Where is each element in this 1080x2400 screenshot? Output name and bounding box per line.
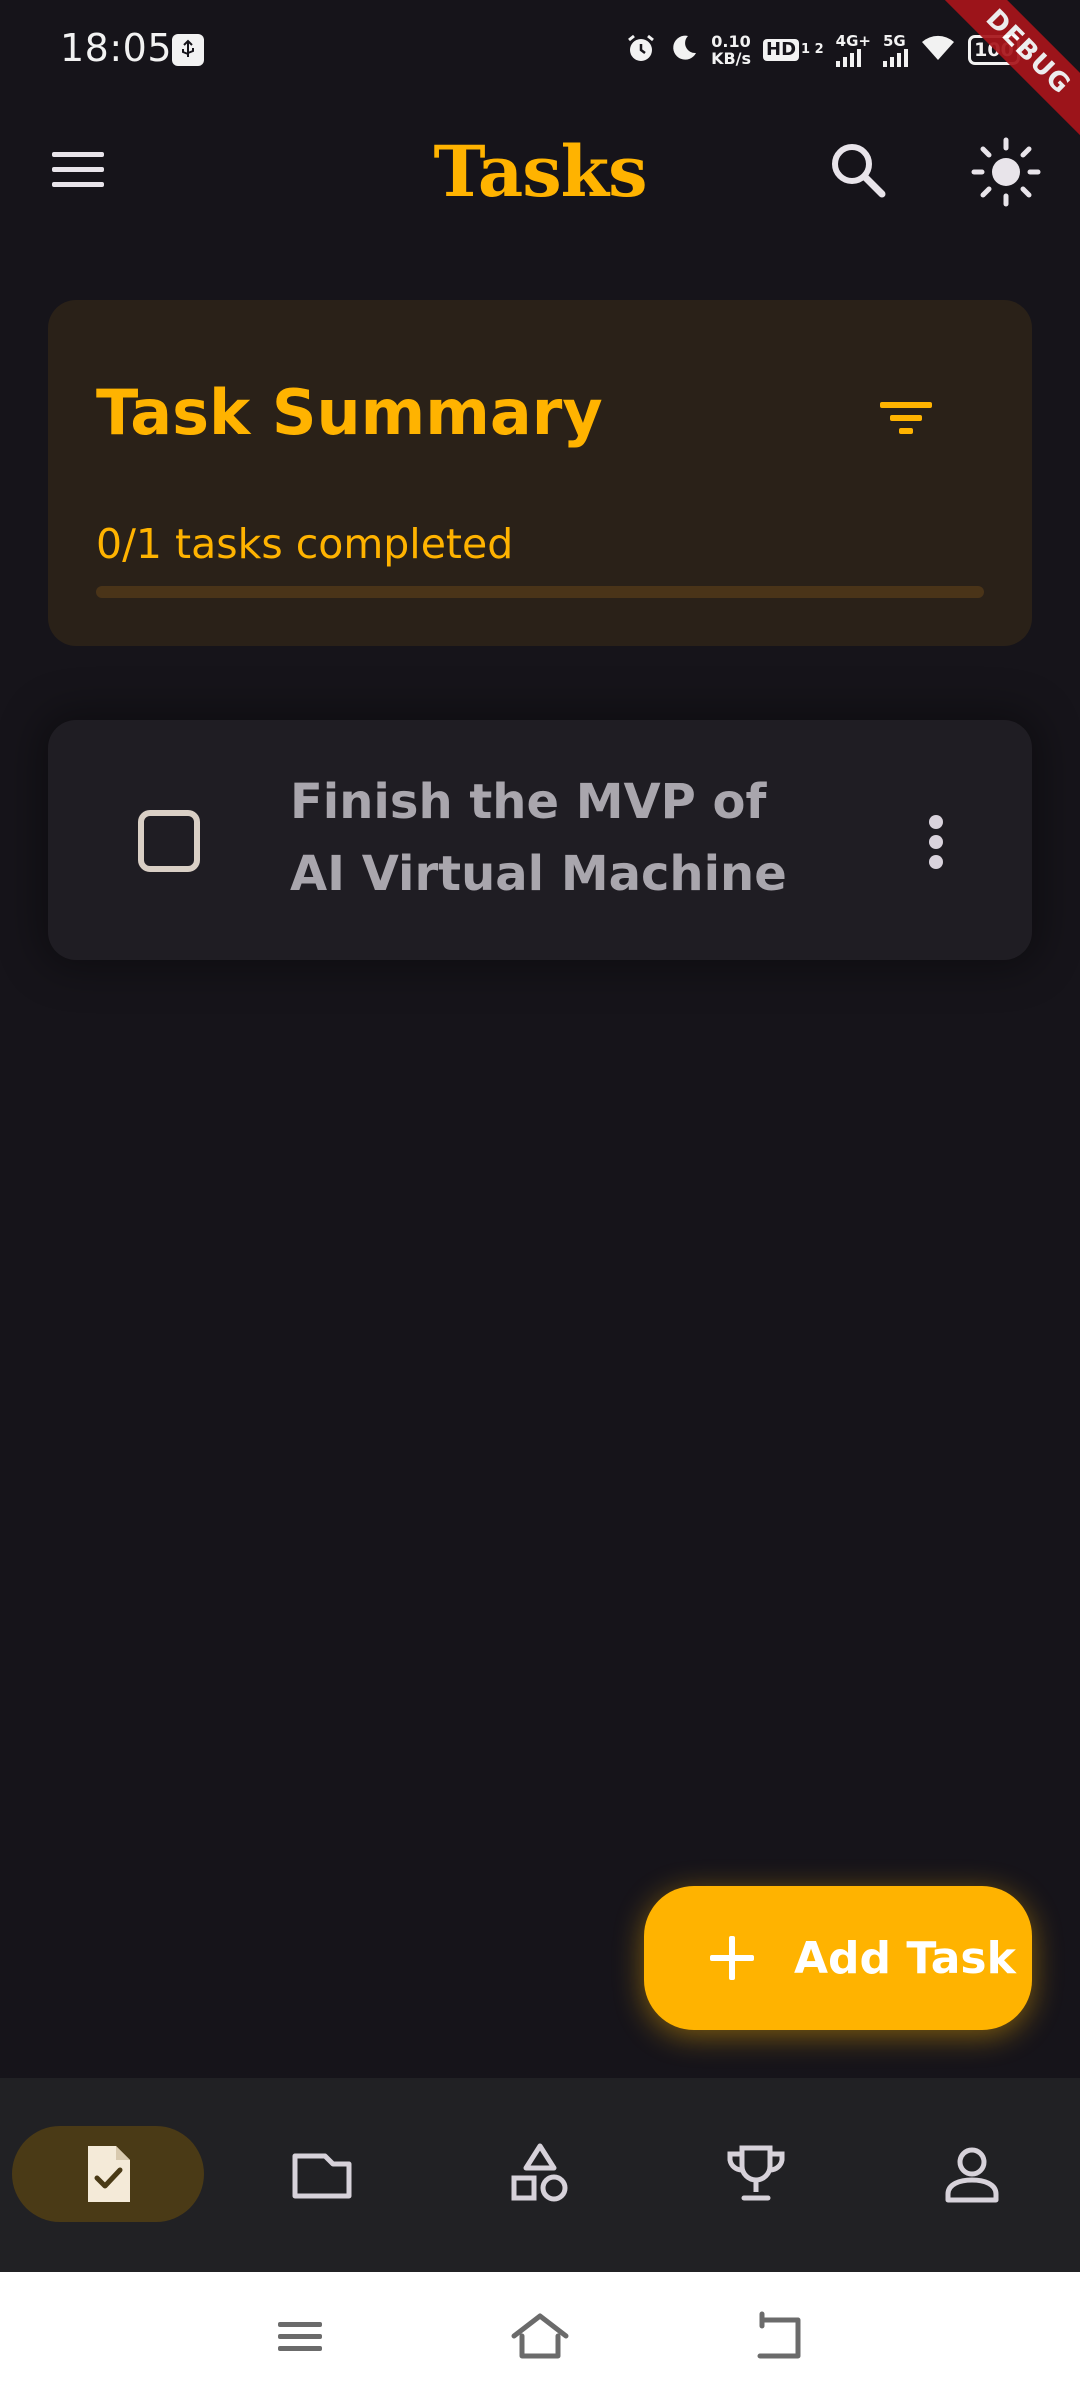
- screen: 18:05 0.10 KB/s HD 1 2 4G+ 5G DEBUG Task…: [0, 0, 1080, 2400]
- trophy-icon: [727, 2145, 785, 2201]
- wifi-icon: [920, 34, 956, 66]
- profile-icon: [945, 2147, 999, 2203]
- recent-apps-button[interactable]: [270, 2310, 330, 2364]
- theme-toggle-button[interactable]: [966, 132, 1046, 212]
- task-card[interactable]: Finish the MVP of AI Virtual Machine: [48, 720, 1032, 960]
- search-icon: [832, 144, 886, 198]
- signal-5g-label: 5G: [883, 32, 906, 50]
- network-speed: 0.10 KB/s: [711, 33, 751, 67]
- shapes-icon: [511, 2143, 568, 2202]
- signal-bars-icon: [883, 49, 908, 67]
- back-icon: [757, 2311, 801, 2359]
- filter-button[interactable]: [866, 378, 946, 458]
- signal-4g: 4G+: [835, 32, 871, 67]
- network-speed-unit: KB/s: [711, 49, 752, 68]
- alarm-icon: [625, 32, 657, 68]
- add-task-button[interactable]: Add Task: [644, 1886, 1032, 2030]
- nav-item-profile[interactable]: [912, 2126, 1032, 2222]
- search-button[interactable]: [820, 132, 900, 212]
- folder-icon: [292, 2153, 352, 2199]
- progress-bar: [96, 586, 984, 598]
- app-bar: Tasks: [0, 110, 1080, 230]
- menu-icon: [278, 2322, 322, 2351]
- bottom-navigation: [0, 2078, 1080, 2272]
- hd-badge: HD: [763, 39, 800, 61]
- task-title: Finish the MVP of AI Virtual Machine: [290, 774, 787, 902]
- network-speed-value: 0.10: [711, 32, 751, 51]
- status-bar: 18:05 0.10 KB/s HD 1 2 4G+ 5G DEBUG: [0, 0, 1080, 146]
- status-time: 18:05: [60, 26, 173, 70]
- nav-item-categories[interactable]: [480, 2126, 600, 2222]
- home-button[interactable]: [510, 2310, 570, 2364]
- filter-icon: [880, 402, 932, 434]
- home-icon: [511, 2313, 569, 2359]
- nav-item-folders[interactable]: [262, 2126, 382, 2222]
- signal-bars-icon: [835, 49, 861, 67]
- add-task-label: Add Task: [794, 1932, 1016, 1984]
- status-icons: 0.10 KB/s HD 1 2 4G+ 5G 100: [625, 28, 1020, 72]
- nav-item-achievements[interactable]: [696, 2126, 816, 2222]
- hd-sub: 1 2: [801, 42, 824, 57]
- task-checkbox[interactable]: [138, 810, 200, 872]
- signal-4g-label: 4G+: [835, 32, 871, 50]
- task-check-icon: [88, 2146, 130, 2202]
- sun-icon: [971, 137, 1041, 207]
- page-title: Tasks: [433, 130, 647, 213]
- more-vertical-icon: [929, 815, 943, 869]
- progress-text: 0/1 tasks completed: [96, 520, 514, 568]
- task-summary-card: Task Summary 0/1 tasks completed: [48, 300, 1032, 646]
- plus-icon: [710, 1936, 754, 1980]
- nav-item-tasks[interactable]: [12, 2126, 204, 2222]
- back-button[interactable]: [750, 2310, 810, 2364]
- signal-5g: 5G: [883, 33, 908, 67]
- summary-title: Task Summary: [96, 376, 603, 449]
- usb-debug-icon: [172, 34, 204, 66]
- moon-icon: [669, 33, 699, 67]
- task-more-button[interactable]: [886, 792, 986, 892]
- system-navigation-bar: [0, 2272, 1080, 2400]
